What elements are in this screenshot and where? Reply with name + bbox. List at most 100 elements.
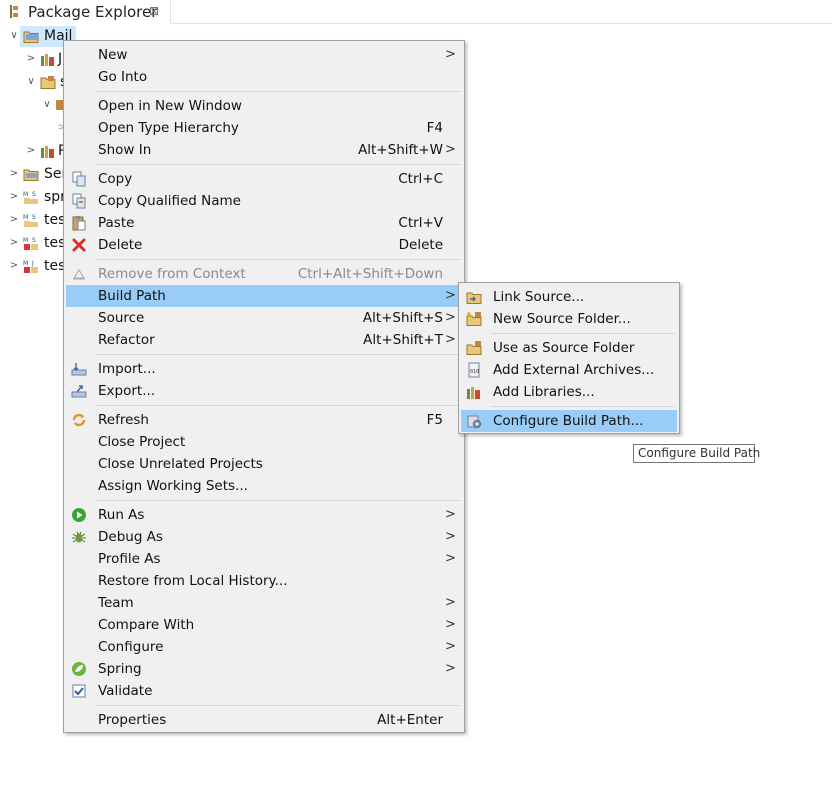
menu-item-label: New (98, 47, 128, 63)
svg-text:S: S (32, 214, 36, 221)
library-icon (41, 54, 54, 66)
menu-item-shortcut: Delete (398, 237, 443, 253)
menu-item-copy-qualified-name[interactable]: Copy Qualified Name (66, 190, 462, 212)
submenu-arrow-icon: > (445, 47, 456, 62)
submenu-arrow-icon: > (445, 617, 456, 632)
tree-item[interactable]: > J (0, 48, 64, 70)
menu-item-build-path[interactable]: Build Path > (66, 285, 462, 307)
svg-text:M: M (23, 237, 28, 244)
menu-item-configure[interactable]: Configure > (66, 636, 462, 658)
menu-item-new-source-folder[interactable]: New Source Folder... (461, 308, 677, 330)
menu-item-refactor[interactable]: Refactor Alt+Shift+T > (66, 329, 462, 351)
menu-item-open-type-hierarchy[interactable]: Open Type Hierarchy F4 (66, 117, 462, 139)
collapsed-chevron-icon[interactable]: > (8, 232, 20, 254)
submenu-arrow-icon: > (445, 310, 456, 325)
menu-item-validate[interactable]: Validate (66, 680, 462, 702)
menu-item-compare-with[interactable]: Compare With > (66, 614, 462, 636)
menu-item-use-as-source-folder[interactable]: Use as Source Folder (461, 337, 677, 359)
link-source-icon (466, 292, 482, 304)
menu-item-run-as[interactable]: Run As > (66, 504, 462, 526)
collapsed-chevron-icon[interactable]: > (8, 186, 20, 208)
menu-item-label: Copy (98, 171, 133, 187)
submenu-arrow-icon: > (445, 639, 456, 654)
new-source-folder-icon (466, 312, 482, 326)
menu-item-go-into[interactable]: Go Into (66, 66, 462, 88)
tree-item-label: J (58, 51, 63, 67)
expand-chevron-icon[interactable]: ∨ (25, 71, 37, 93)
menu-item-label: Link Source... (493, 289, 585, 305)
menu-item-shortcut: Alt+Shift+S (362, 310, 443, 326)
tree-item[interactable]: ∨ s (0, 71, 67, 93)
menu-item-restore-from-local-history[interactable]: Restore from Local History... (66, 570, 462, 592)
menu-item-label: Refresh (98, 412, 149, 428)
menu-item-label: Restore from Local History... (98, 573, 288, 589)
menu-item-source[interactable]: Source Alt+Shift+S > (66, 307, 462, 329)
close-view-icon[interactable]: ⊠ (149, 3, 159, 19)
tree-item[interactable]: > R (0, 140, 68, 162)
tree-item[interactable]: ∨ (0, 94, 64, 116)
collapsed-chevron-icon[interactable]: > (8, 163, 20, 185)
menu-item-add-libraries[interactable]: Add Libraries... (461, 381, 677, 403)
tree-item[interactable]: > Ser (0, 163, 67, 185)
menu-item-open-in-new-window[interactable]: Open in New Window (66, 95, 462, 117)
tree-item[interactable]: > M S tes (0, 209, 66, 231)
configure-build-path-icon (467, 415, 481, 428)
menu-item-link-source[interactable]: Link Source... (461, 286, 677, 308)
menu-item-copy[interactable]: Copy Ctrl+C (66, 168, 462, 190)
menu-item-show-in[interactable]: Show In Alt+Shift+W > (66, 139, 462, 161)
package-explorer-tab[interactable]: Package Explorer ⊠ (0, 0, 171, 24)
menu-item-label: Go Into (98, 69, 148, 85)
menu-item-assign-working-sets[interactable]: Assign Working Sets... (66, 475, 462, 497)
menu-item-new[interactable]: New > (66, 44, 462, 66)
collapsed-chevron-icon[interactable]: > (25, 48, 37, 70)
menu-item-shortcut: Ctrl+C (398, 171, 443, 187)
maven-project-icon: M S (23, 214, 38, 227)
menu-item-close-unrelated-projects[interactable]: Close Unrelated Projects (66, 453, 462, 475)
tree-item[interactable]: > (0, 117, 66, 139)
menu-item-paste[interactable]: Paste Ctrl+V (66, 212, 462, 234)
menu-item-label: New Source Folder... (493, 311, 631, 327)
menu-item-shortcut: F4 (426, 120, 443, 136)
menu-item-shortcut: Alt+Shift+T (363, 332, 443, 348)
menu-item-shortcut: Ctrl+V (398, 215, 443, 231)
menu-separator (491, 333, 675, 334)
menu-item-export[interactable]: Export... (66, 380, 462, 402)
expand-chevron-icon[interactable]: ∨ (41, 94, 53, 116)
library-icon (41, 146, 54, 158)
menu-item-team[interactable]: Team > (66, 592, 462, 614)
collapsed-chevron-icon[interactable]: > (25, 140, 37, 162)
menu-item-label: Validate (98, 683, 153, 699)
export-icon (71, 385, 87, 398)
context-menu: New > Go Into Open in New Window Open Ty… (63, 40, 465, 733)
tree-item[interactable]: > M S spr (0, 186, 66, 208)
tree-item[interactable]: > M J tes (0, 255, 66, 277)
menu-item-debug-as[interactable]: Debug As > (66, 526, 462, 548)
collapsed-chevron-icon[interactable]: > (8, 255, 20, 277)
menu-separator (491, 406, 675, 407)
project-icon (23, 31, 39, 43)
menu-item-profile-as[interactable]: Profile As > (66, 548, 462, 570)
menu-item-shortcut: Alt+Shift+W (358, 142, 443, 158)
menu-item-spring[interactable]: Spring > (66, 658, 462, 680)
menu-item-label: Spring (98, 661, 142, 677)
menu-item-label: Add External Archives... (493, 362, 655, 378)
collapsed-chevron-icon[interactable]: > (8, 209, 20, 231)
menu-item-label: Import... (98, 361, 156, 377)
source-folder-icon (40, 76, 56, 89)
menu-item-import[interactable]: Import... (66, 358, 462, 380)
menu-item-close-project[interactable]: Close Project (66, 431, 462, 453)
menu-item-add-external-archives[interactable]: 010 Add External Archives... (461, 359, 677, 381)
build-path-submenu: Link Source... New Source Folder... Use … (458, 282, 680, 434)
menu-item-refresh[interactable]: Refresh F5 (66, 409, 462, 431)
svg-text:010: 010 (470, 369, 479, 375)
expand-chevron-icon[interactable]: ∨ (8, 25, 20, 47)
menu-item-properties[interactable]: Properties Alt+Enter (66, 709, 462, 731)
submenu-arrow-icon: > (445, 551, 456, 566)
submenu-arrow-icon: > (445, 332, 456, 347)
menu-item-delete[interactable]: Delete Delete (66, 234, 462, 256)
tree-item[interactable]: > M S tes (0, 232, 66, 254)
external-archive-icon: 010 (468, 362, 480, 378)
menu-separator (96, 500, 460, 501)
menu-item-label: Open in New Window (98, 98, 242, 114)
menu-item-configure-build-path[interactable]: Configure Build Path... (461, 410, 677, 432)
